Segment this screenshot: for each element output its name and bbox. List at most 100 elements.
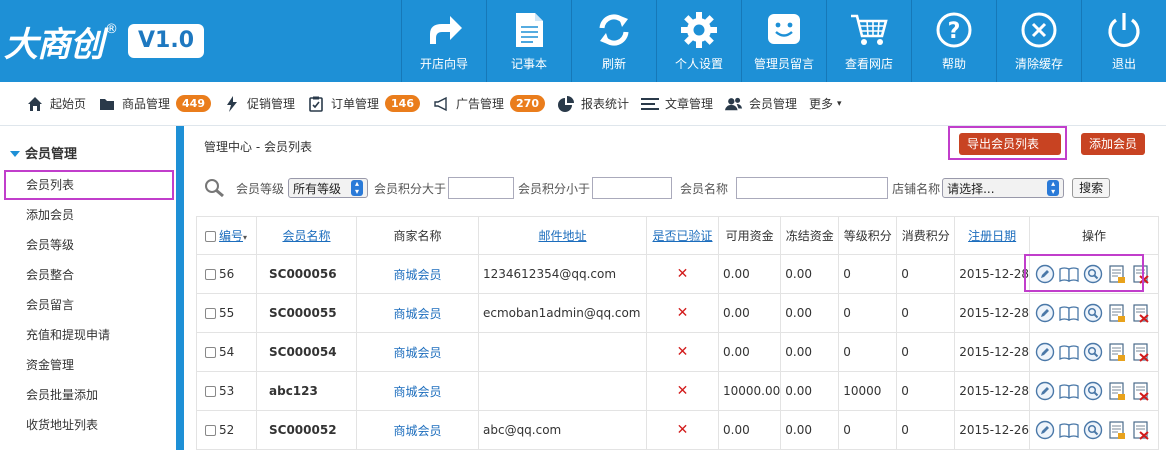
sidebar-item-member-message[interactable]: 会员留言	[0, 290, 176, 320]
nav-promotion[interactable]: 促销管理	[223, 82, 307, 126]
sidebar-item-member-integration[interactable]: 会员整合	[0, 260, 176, 290]
points-gt-input[interactable]	[448, 177, 515, 199]
nav-members[interactable]: 会员管理	[725, 82, 809, 126]
book-icon[interactable]	[1058, 380, 1080, 402]
magnify-icon[interactable]	[1082, 380, 1104, 402]
merchant-link[interactable]: 商城会员	[393, 307, 441, 321]
nav-label: 更多	[809, 97, 834, 111]
nav-reports[interactable]: 报表统计	[557, 82, 641, 126]
member-name-input[interactable]	[736, 177, 889, 199]
tool-view-shop[interactable]: 查看网店	[826, 0, 911, 82]
address-doc-icon[interactable]	[1106, 380, 1128, 402]
folder-icon	[100, 98, 115, 110]
edit-icon[interactable]	[1034, 341, 1056, 363]
col-reg-date[interactable]: 注册日期	[954, 216, 1031, 255]
edit-icon[interactable]	[1034, 302, 1056, 324]
row-checkbox[interactable]	[205, 386, 216, 397]
merchant-link[interactable]: 商城会员	[393, 346, 441, 360]
address-doc-icon[interactable]	[1106, 419, 1128, 441]
tool-label: 记事本	[510, 57, 547, 71]
nav-home[interactable]: 起始页	[26, 82, 98, 126]
delete-doc-icon[interactable]	[1130, 341, 1152, 363]
book-icon[interactable]	[1058, 419, 1080, 441]
tool-admin-message[interactable]: 管理员留言	[741, 0, 826, 82]
magnify-icon[interactable]	[1082, 341, 1104, 363]
tool-notepad[interactable]: 记事本	[486, 0, 571, 82]
nav-more[interactable]: 更多 ▾	[809, 82, 854, 126]
book-icon[interactable]	[1058, 302, 1080, 324]
col-id[interactable]: 编号▾	[196, 216, 257, 255]
book-icon[interactable]	[1058, 341, 1080, 363]
shop-select[interactable]: 请选择... ▴ ▾	[942, 178, 1065, 198]
cell-verified: ✕	[646, 293, 719, 333]
magnify-icon[interactable]	[1082, 302, 1104, 324]
nav-ads[interactable]: 广告管理 270	[432, 82, 557, 126]
sidebar-item-recharge-withdraw[interactable]: 充值和提现申请	[0, 320, 176, 350]
nav-orders[interactable]: 订单管理 146	[307, 82, 432, 126]
export-members-button[interactable]: 导出会员列表	[959, 133, 1061, 155]
nav-goods[interactable]: 商品管理 449	[98, 82, 223, 126]
sidebar-item-add-member[interactable]: 添加会员	[0, 200, 176, 230]
col-email[interactable]: 邮件地址	[478, 216, 647, 255]
row-checkbox[interactable]	[205, 308, 216, 319]
cell-frozen-funds: 0.00	[780, 371, 840, 411]
cell-frozen-funds: 0.00	[780, 293, 840, 333]
sidebar-item-batch-add[interactable]: 会员批量添加	[0, 380, 176, 410]
row-id: 53	[219, 384, 235, 398]
cell-pay-points: 0	[896, 332, 956, 372]
sidebar-section-header[interactable]: 会员管理	[0, 140, 176, 170]
sidebar-item-address-list[interactable]: 收货地址列表	[0, 410, 176, 440]
add-member-button[interactable]: 添加会员	[1081, 133, 1146, 155]
address-doc-icon[interactable]	[1106, 341, 1128, 363]
logo[interactable]: 大商创 ® V1.0	[4, 18, 204, 65]
edit-icon[interactable]	[1034, 419, 1056, 441]
nav-label: 文章管理	[665, 97, 714, 111]
magnify-icon[interactable]	[1082, 419, 1104, 441]
select-all-checkbox[interactable]	[205, 231, 216, 242]
points-gt-label: 会员积分大于	[374, 181, 447, 196]
cell-available-funds: 0.00	[717, 254, 782, 294]
cell-id: 53	[196, 371, 257, 411]
search-button[interactable]: 搜索	[1072, 178, 1111, 198]
cell-member-name: SC000055	[256, 293, 357, 333]
merchant-link[interactable]: 商城会员	[393, 268, 441, 282]
delete-doc-icon[interactable]	[1130, 302, 1152, 324]
search-icon	[205, 179, 224, 198]
delete-doc-icon[interactable]	[1130, 380, 1152, 402]
breadcrumb-root[interactable]: 管理中心	[204, 140, 252, 154]
tool-clear-cache[interactable]: 清除缓存	[996, 0, 1081, 82]
cell-reg-date: 2015-12-28	[954, 254, 1031, 294]
table-row: 56 SC000056 商城会员 1234612354@qq.com ✕ 0.00 0.00…	[196, 254, 1160, 294]
cell-pay-points: 0	[896, 410, 956, 450]
points-lt-input[interactable]	[592, 177, 673, 199]
highlight-box-actions	[1024, 254, 1144, 292]
row-checkbox[interactable]	[205, 425, 216, 436]
row-checkbox[interactable]	[205, 347, 216, 358]
col-name[interactable]: 会员名称	[256, 216, 357, 255]
cell-member-name: SC000052	[256, 410, 357, 450]
tool-shop-guide[interactable]: 开店向导	[401, 0, 486, 82]
tool-help[interactable]: ? 帮助	[911, 0, 996, 82]
sidebar-item-member-list[interactable]: 会员列表	[4, 170, 174, 200]
merchant-link[interactable]: 商城会员	[393, 385, 441, 399]
svg-text:?: ?	[948, 19, 961, 44]
row-checkbox[interactable]	[205, 269, 216, 280]
nav-label: 订单管理	[331, 97, 380, 111]
sidebar-item-fund-management[interactable]: 资金管理	[0, 350, 176, 380]
col-verified[interactable]: 是否已验证	[646, 216, 719, 255]
nav-badge: 449	[176, 95, 211, 112]
cell-pay-points: 0	[896, 254, 956, 294]
tool-refresh[interactable]: 刷新	[571, 0, 656, 82]
merchant-link[interactable]: 商城会员	[393, 424, 441, 438]
nav-articles[interactable]: 文章管理	[641, 82, 725, 126]
table-header-row: 编号▾ 会员名称 商家名称 邮件地址 是否已验证 可用资金 冻结资金 等级积分 …	[196, 216, 1160, 255]
address-doc-icon[interactable]	[1106, 302, 1128, 324]
delete-doc-icon[interactable]	[1130, 419, 1152, 441]
sidebar-item-member-level[interactable]: 会员等级	[0, 230, 176, 260]
level-select-value: 所有等级	[293, 181, 342, 196]
edit-icon[interactable]	[1034, 380, 1056, 402]
col-rank-points: 等级积分	[838, 216, 898, 255]
tool-personal-settings[interactable]: 个人设置	[656, 0, 741, 82]
level-select[interactable]: 所有等级 ▴ ▾	[288, 178, 369, 198]
tool-logout[interactable]: 退出	[1081, 0, 1166, 82]
